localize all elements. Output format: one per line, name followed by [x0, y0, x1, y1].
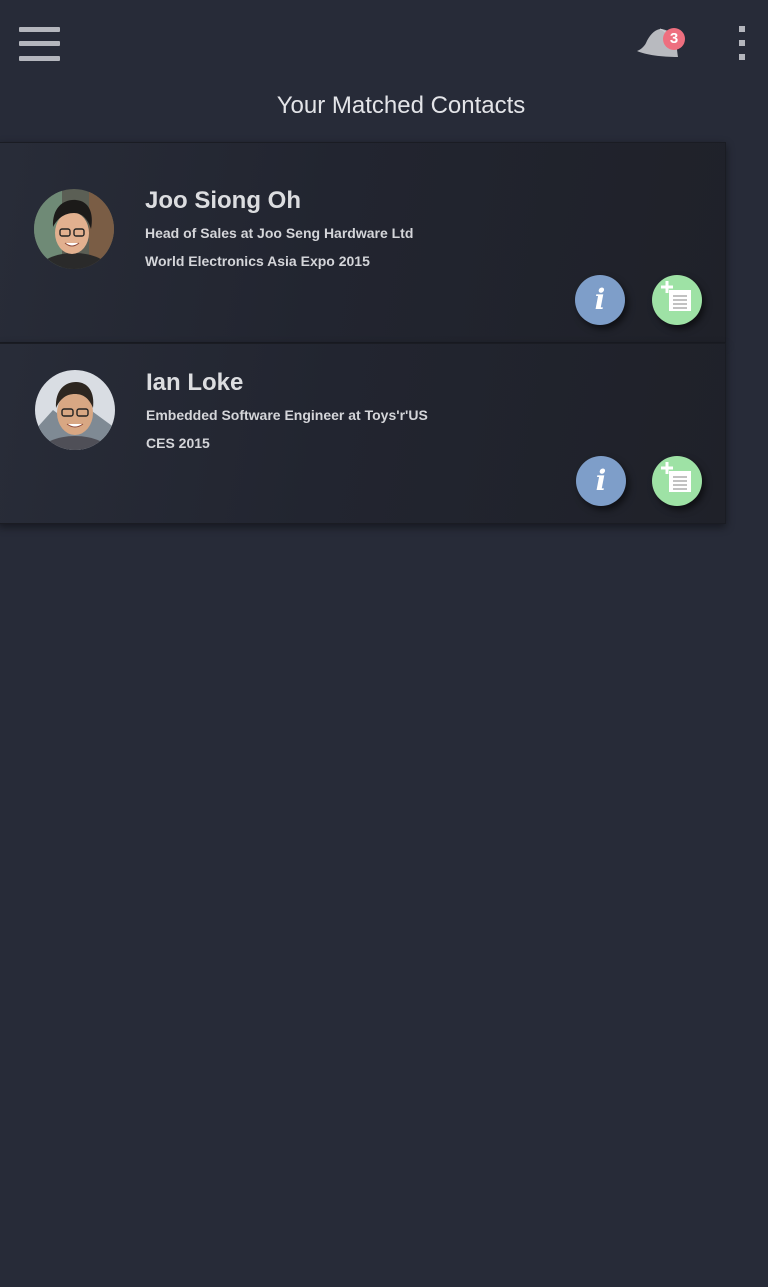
add-note-button[interactable]: [652, 456, 702, 506]
add-note-icon: [661, 281, 691, 311]
more-vertical-icon[interactable]: [734, 26, 750, 64]
info-button[interactable]: i: [576, 456, 626, 506]
page-title: Your Matched Contacts: [276, 92, 526, 119]
contact-name: Joo Siong Oh: [145, 187, 301, 214]
avatar: [34, 189, 114, 269]
contact-role: Head of Sales at Joo Seng Hardware Ltd: [145, 225, 414, 241]
contact-card[interactable]: Joo Siong Oh Head of Sales at Joo Seng H…: [0, 142, 726, 343]
add-note-icon: [661, 462, 691, 492]
hamburger-menu-icon[interactable]: [19, 27, 60, 61]
contact-card[interactable]: Ian Loke Embedded Software Engineer at T…: [0, 343, 726, 524]
info-icon: i: [594, 283, 606, 316]
notification-badge: 3: [663, 28, 685, 50]
avatar: [35, 370, 115, 450]
contact-event: World Electronics Asia Expo 2015: [145, 253, 370, 269]
contact-role: Embedded Software Engineer at Toys'r'US: [146, 407, 428, 423]
info-button[interactable]: i: [575, 275, 625, 325]
add-note-button[interactable]: [652, 275, 702, 325]
info-icon: i: [595, 464, 607, 497]
contact-name: Ian Loke: [146, 369, 244, 396]
top-app-bar: 3: [0, 0, 768, 90]
contact-event: CES 2015: [146, 435, 210, 451]
